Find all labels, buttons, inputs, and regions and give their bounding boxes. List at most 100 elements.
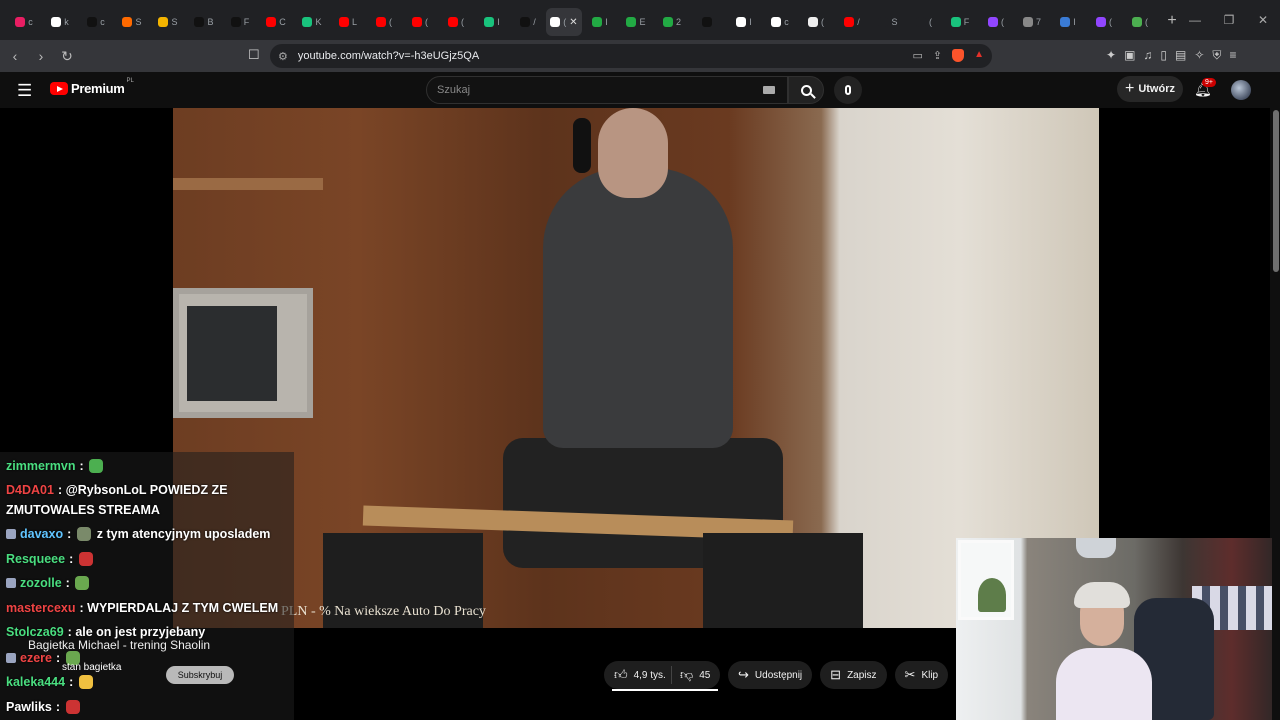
back-icon[interactable]: ‹ <box>4 48 26 64</box>
streamer-body <box>1056 648 1152 720</box>
tab-title: ( <box>389 17 392 27</box>
media-icon[interactable]: ♫ <box>1143 48 1152 63</box>
browser-tab[interactable]: c <box>6 8 42 36</box>
chat-username[interactable]: mastercexu <box>6 601 76 615</box>
tab-close-icon[interactable]: ✕ <box>569 17 577 28</box>
browser-tab[interactable]: I <box>582 8 618 36</box>
headset <box>573 118 591 173</box>
browser-tab[interactable]: 7 <box>1014 8 1050 36</box>
browser-tab[interactable]: c <box>78 8 114 36</box>
browser-tab[interactable]: S <box>150 8 186 36</box>
reload-icon[interactable]: ↻ <box>56 48 78 65</box>
tab-favicon-icon <box>844 17 855 27</box>
chat-username[interactable]: Pawliks <box>6 700 52 714</box>
browser-tab[interactable]: ( <box>366 8 402 36</box>
tab-title: c <box>100 17 105 27</box>
browser-tab[interactable]: ( <box>978 8 1014 36</box>
close-icon[interactable]: ✕ <box>1246 13 1280 27</box>
bookmark-icon[interactable]: ☐ <box>248 47 260 63</box>
extensions-icon[interactable]: ✦ <box>1106 48 1116 63</box>
browser-tab[interactable]: C <box>258 8 294 36</box>
browser-tab[interactable]: / <box>834 8 870 36</box>
create-button[interactable]: + Utwórz <box>1117 76 1183 102</box>
youtube-logo[interactable]: Premium PL <box>50 78 134 96</box>
browser-tab[interactable]: c <box>762 8 798 36</box>
maximize-icon[interactable]: ❐ <box>1212 13 1246 27</box>
brave-rewards-icon[interactable]: ▲ <box>974 49 984 62</box>
chat-username[interactable]: Stolcza69 <box>6 625 64 639</box>
voice-search-button[interactable] <box>834 76 862 104</box>
chat-message: kaleka444: <box>6 672 93 692</box>
subscribe-button[interactable]: Subskrybuj <box>166 666 234 684</box>
search-input[interactable]: Szukaj <box>426 76 788 104</box>
guide-menu-icon[interactable]: ☰ <box>17 81 32 101</box>
url-bar[interactable]: ⚙ youtube.com/watch?v=-h3eUGjz5QA ▭ ⇪ ▲ <box>270 44 992 68</box>
tab-title: ( <box>425 17 428 27</box>
sidebar-icon[interactable]: ▯ <box>1160 48 1167 63</box>
menu-icon[interactable]: ≡ <box>1229 48 1236 63</box>
browser-tab[interactable]: ( <box>402 8 438 36</box>
chat-username[interactable]: kaleka444 <box>6 675 65 689</box>
browser-tab[interactable]: L <box>330 8 366 36</box>
browser-tab[interactable]: k <box>42 8 78 36</box>
tab-title: / <box>533 17 536 27</box>
chat-username[interactable]: D4DA01 <box>6 483 54 497</box>
chat-username[interactable]: zozolle <box>20 576 62 590</box>
browser-tab[interactable] <box>690 8 726 36</box>
save-button[interactable]: ⊟ Zapisz <box>820 661 887 689</box>
leo-icon[interactable]: ✧ <box>1194 48 1204 63</box>
browser-tab[interactable]: I <box>726 8 762 36</box>
chat-username[interactable]: ezere <box>20 651 52 665</box>
minimize-icon[interactable]: — <box>1178 13 1212 27</box>
tab-title: c <box>28 17 33 27</box>
browser-tab[interactable]: S <box>870 8 906 36</box>
chat-username[interactable]: davaxo <box>20 527 63 541</box>
chat-username[interactable]: zimmermvn <box>6 459 75 473</box>
tab-favicon-icon <box>878 17 889 27</box>
tab-favicon-icon <box>520 17 531 27</box>
browser-tab[interactable]: ( <box>798 8 834 36</box>
browser-tab[interactable]: F <box>942 8 978 36</box>
tab-title: ( <box>929 17 932 27</box>
channel-name[interactable]: stan bagietka <box>62 662 122 673</box>
browser-tab[interactable]: 2 <box>654 8 690 36</box>
streamer-hair <box>1074 582 1130 608</box>
browser-tab[interactable]: S <box>114 8 150 36</box>
like-button[interactable]: 👍︎ 4,9 tys. <box>604 666 672 684</box>
vpn-icon[interactable]: ⛨ <box>1212 48 1221 63</box>
share-icon: ↪ <box>738 667 749 682</box>
browser-tab[interactable]: ( <box>906 8 942 36</box>
share-button[interactable]: ↪ Udostępnij <box>728 661 813 689</box>
avatar[interactable] <box>1231 80 1251 100</box>
site-info-icon[interactable]: ⚙ <box>278 50 288 63</box>
chat-separator: : <box>55 700 64 714</box>
forward-icon[interactable]: › <box>30 48 52 64</box>
chat-emote-icon <box>75 576 90 590</box>
tab-favicon-icon <box>1132 17 1142 27</box>
dislike-button[interactable]: 👎︎ 45 <box>672 667 710 683</box>
browser-tab[interactable]: ( <box>1122 8 1158 36</box>
chat-username[interactable]: Resqueee <box>6 552 65 566</box>
browser-tab[interactable]: (✕ <box>546 8 582 36</box>
browser-tab[interactable]: ( <box>438 8 474 36</box>
browser-tab[interactable]: B <box>186 8 222 36</box>
keyboard-icon[interactable] <box>763 86 775 94</box>
search-button[interactable] <box>788 76 824 104</box>
browser-tab[interactable]: K <box>294 8 330 36</box>
scrollbar-thumb[interactable] <box>1273 110 1279 272</box>
cast-icon[interactable]: ▭ <box>912 49 922 62</box>
tab-favicon-icon <box>230 17 241 27</box>
browser-tab[interactable]: I <box>474 8 510 36</box>
chat-message: Pawliks: <box>6 697 80 717</box>
browser-tab[interactable]: I <box>1050 8 1086 36</box>
tab-title: 2 <box>675 17 681 27</box>
browser-tab[interactable]: E <box>618 8 654 36</box>
clip-button[interactable]: ✂ Klip <box>894 661 949 689</box>
browser-tab[interactable]: / <box>510 8 546 36</box>
brave-shield-icon[interactable] <box>952 49 965 62</box>
browser-tab[interactable]: ( <box>1086 8 1122 36</box>
share-page-icon[interactable]: ⇪ <box>933 49 942 62</box>
tab-search-icon[interactable]: ▣ <box>1124 48 1135 63</box>
wallet-icon[interactable]: ▤ <box>1175 48 1186 63</box>
browser-tab[interactable]: F <box>222 8 258 36</box>
